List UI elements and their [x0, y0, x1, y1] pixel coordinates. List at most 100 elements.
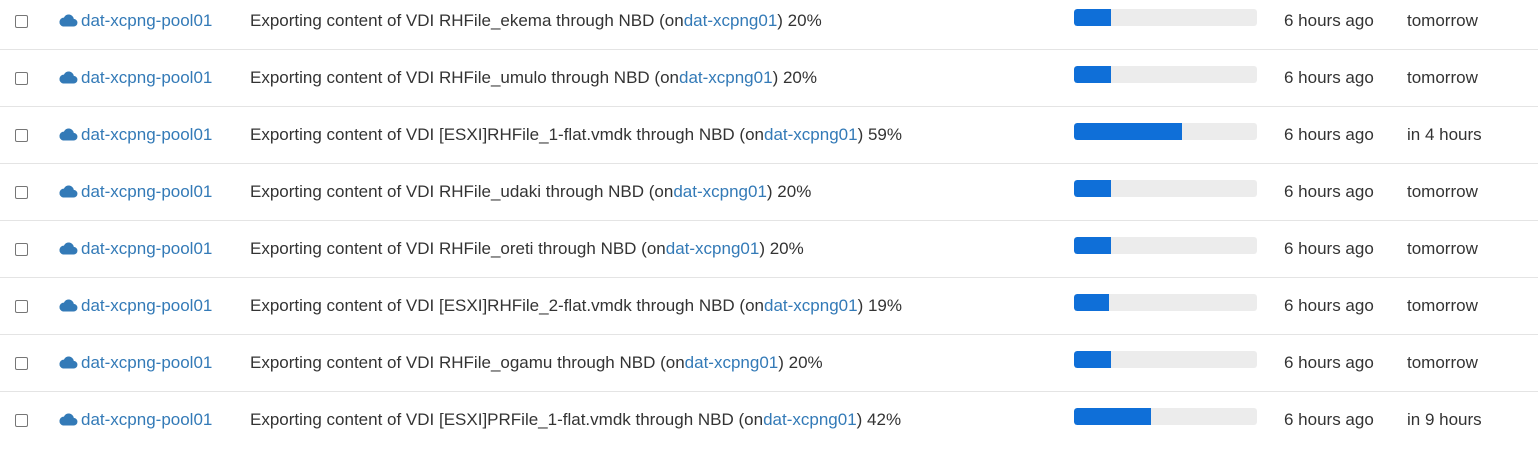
select-cell	[15, 0, 31, 49]
pool-cell: dat-xcpng-pool01	[58, 335, 212, 391]
row-select-checkbox[interactable]	[15, 185, 28, 199]
progress-bar	[1074, 122, 1257, 140]
task-row: dat-xcpng-pool01 Exporting content of VD…	[0, 392, 1538, 449]
pool-cell: dat-xcpng-pool01	[58, 164, 212, 220]
started-time: 6 hours ago	[1284, 410, 1374, 429]
host-link[interactable]: dat-xcpng01	[679, 68, 773, 88]
progress-bar	[1074, 293, 1257, 311]
task-description: Exporting content of VDI RHFile_ekema th…	[250, 0, 822, 49]
pool-cell: dat-xcpng-pool01	[58, 221, 212, 277]
host-link[interactable]: dat-xcpng01	[684, 11, 778, 31]
progress-bar-fill	[1074, 122, 1182, 140]
select-cell	[15, 335, 31, 391]
description-text: Exporting content of VDI RHFile_ekema th…	[250, 11, 684, 30]
pool-link[interactable]: dat-xcpng-pool01	[81, 239, 212, 259]
started-time: 6 hours ago	[1284, 296, 1374, 315]
pool-link[interactable]: dat-xcpng-pool01	[81, 296, 212, 316]
host-link[interactable]: dat-xcpng01	[666, 239, 760, 259]
task-description: Exporting content of VDI RHFile_ogamu th…	[250, 335, 823, 391]
row-select-checkbox[interactable]	[15, 299, 28, 313]
started-time: 6 hours ago	[1284, 11, 1374, 30]
task-row: dat-xcpng-pool01 Exporting content of VD…	[0, 107, 1538, 164]
task-description: Exporting content of VDI [ESXI]RHFile_2-…	[250, 278, 902, 334]
row-select-checkbox[interactable]	[15, 71, 28, 85]
estimated-end: tomorrow	[1407, 182, 1478, 201]
host-link[interactable]: dat-xcpng01	[763, 410, 857, 430]
progress-bar-fill	[1074, 236, 1111, 254]
progress-bar	[1074, 65, 1257, 83]
description-text: Exporting content of VDI RHFile_oreti th…	[250, 239, 666, 258]
cloud-icon	[59, 355, 78, 369]
cloud-icon	[59, 127, 78, 141]
pool-link[interactable]: dat-xcpng-pool01	[81, 11, 212, 31]
estimated-end: in 9 hours	[1407, 410, 1482, 429]
pool-cell: dat-xcpng-pool01	[58, 0, 212, 49]
description-text: Exporting content of VDI RHFile_ogamu th…	[250, 353, 685, 372]
progress-cell	[1074, 278, 1257, 334]
row-select-checkbox[interactable]	[15, 128, 28, 142]
description-text: Exporting content of VDI [ESXI]RHFile_1-…	[250, 125, 765, 144]
select-cell	[15, 392, 31, 448]
progress-cell	[1074, 335, 1257, 391]
select-cell	[15, 164, 31, 220]
description-text: Exporting content of VDI [ESXI]PRFile_1-…	[250, 410, 764, 429]
select-cell	[15, 107, 31, 163]
pool-link[interactable]: dat-xcpng-pool01	[81, 353, 212, 373]
estimated-end: tomorrow	[1407, 239, 1478, 258]
pool-link[interactable]: dat-xcpng-pool01	[81, 182, 212, 202]
pool-link[interactable]: dat-xcpng-pool01	[81, 125, 212, 145]
cloud-icon	[59, 13, 78, 27]
task-row: dat-xcpng-pool01 Exporting content of VD…	[0, 335, 1538, 392]
description-percent: ) 20%	[777, 11, 822, 30]
progress-bar	[1074, 8, 1257, 26]
estimated-end: tomorrow	[1407, 68, 1478, 87]
started-time: 6 hours ago	[1284, 239, 1374, 258]
task-row: dat-xcpng-pool01 Exporting content of VD…	[0, 221, 1538, 278]
row-select-checkbox[interactable]	[15, 413, 28, 427]
description-percent: ) 20%	[759, 239, 804, 258]
progress-cell	[1074, 392, 1257, 448]
progress-bar-fill	[1074, 293, 1109, 311]
select-cell	[15, 50, 31, 106]
progress-cell	[1074, 0, 1257, 49]
started-time: 6 hours ago	[1284, 125, 1374, 144]
started-time: 6 hours ago	[1284, 182, 1374, 201]
description-text: Exporting content of VDI [ESXI]RHFile_2-…	[250, 296, 765, 315]
description-text: Exporting content of VDI RHFile_udaki th…	[250, 182, 674, 201]
cloud-icon	[59, 241, 78, 255]
progress-bar-fill	[1074, 179, 1111, 197]
task-description: Exporting content of VDI [ESXI]RHFile_1-…	[250, 107, 902, 163]
host-link[interactable]: dat-xcpng01	[764, 125, 858, 145]
description-percent: ) 20%	[778, 353, 823, 372]
select-cell	[15, 278, 31, 334]
host-link[interactable]: dat-xcpng01	[764, 296, 858, 316]
select-cell	[15, 221, 31, 277]
host-link[interactable]: dat-xcpng01	[673, 182, 767, 202]
row-select-checkbox[interactable]	[15, 356, 28, 370]
started-time: 6 hours ago	[1284, 68, 1374, 87]
progress-cell	[1074, 164, 1257, 220]
task-description: Exporting content of VDI RHFile_umulo th…	[250, 50, 817, 106]
progress-cell	[1074, 107, 1257, 163]
pool-link[interactable]: dat-xcpng-pool01	[81, 68, 212, 88]
description-percent: ) 19%	[857, 296, 903, 315]
row-select-checkbox[interactable]	[15, 242, 28, 256]
task-row: dat-xcpng-pool01 Exporting content of VD…	[0, 50, 1538, 107]
task-row: dat-xcpng-pool01 Exporting content of VD…	[0, 278, 1538, 335]
description-percent: ) 59%	[857, 125, 903, 144]
estimated-end: in 4 hours	[1407, 125, 1482, 144]
estimated-end: tomorrow	[1407, 11, 1478, 30]
row-select-checkbox[interactable]	[15, 14, 28, 28]
cloud-icon	[59, 412, 78, 426]
description-percent: ) 20%	[766, 182, 812, 201]
description-percent: ) 20%	[772, 68, 817, 87]
progress-bar-fill	[1074, 8, 1111, 26]
progress-bar	[1074, 179, 1257, 197]
host-link[interactable]: dat-xcpng01	[685, 353, 779, 373]
pool-link[interactable]: dat-xcpng-pool01	[81, 410, 212, 430]
progress-bar-fill	[1074, 407, 1151, 425]
progress-bar-fill	[1074, 65, 1111, 83]
cloud-icon	[59, 184, 78, 198]
task-row: dat-xcpng-pool01 Exporting content of VD…	[0, 164, 1538, 221]
progress-bar-fill	[1074, 350, 1111, 368]
